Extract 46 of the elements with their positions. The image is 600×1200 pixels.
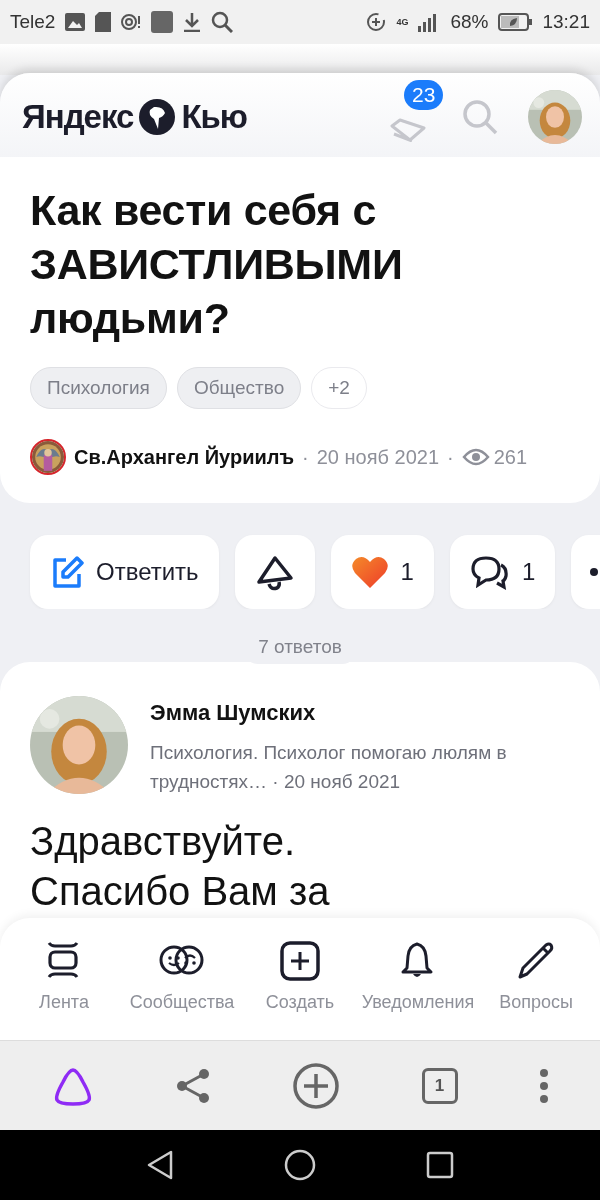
heart-icon [350, 555, 389, 589]
logo-icon [139, 99, 176, 135]
comments-button[interactable]: 1 [449, 535, 556, 609]
answer-text: Здравствуйте. [30, 818, 297, 865]
sd-card-icon [95, 12, 112, 32]
notification-badge: 23 [404, 80, 444, 110]
clock-time: 13:21 [542, 11, 590, 33]
author-bio: Психология. Психолог помогаю люлям в трудностях… · 20 нояб 2021 [150, 741, 508, 794]
back-icon[interactable] [146, 1149, 174, 1181]
author-name[interactable]: Св.Архангел Йуриилъ [74, 445, 295, 469]
topic-chip[interactable]: Общество [176, 367, 302, 409]
recents-icon[interactable] [426, 1151, 454, 1179]
logo-text[interactable]: Кью [181, 98, 247, 136]
eye-icon [461, 447, 490, 467]
edit-icon [50, 555, 84, 589]
more-tags-chip[interactable]: +2 [311, 367, 367, 409]
nav-item[interactable]: Сообщества [126, 918, 238, 1040]
comments-icon [469, 554, 510, 590]
separator-dot: · [302, 445, 309, 469]
data-saver-icon [366, 12, 387, 32]
like-button[interactable]: 1 [330, 535, 434, 609]
hotspot-icon [121, 12, 142, 32]
download-icon [183, 12, 202, 32]
image-icon [65, 13, 86, 31]
view-count: 261 [493, 445, 528, 469]
topic-chip[interactable]: Психология [30, 367, 167, 409]
share-icon[interactable] [176, 1068, 211, 1104]
battery-icon [498, 13, 533, 31]
share-button[interactable] [234, 535, 315, 609]
battery-percent: 68% [450, 11, 489, 33]
logo-text[interactable]: Яндекс [22, 98, 134, 136]
carrier-name: Tele2 [10, 11, 56, 33]
author-name[interactable]: Эмма Шумских [150, 700, 570, 726]
question-title: Как вести себя с ЗАВИСТЛИВЫМИ людьми? [30, 185, 404, 344]
home-icon[interactable] [284, 1149, 316, 1181]
more-icon[interactable] [539, 1068, 550, 1104]
network-type: 4G [396, 17, 409, 27]
plus-square-icon [279, 940, 321, 982]
square-icon [151, 11, 174, 33]
search-icon [211, 11, 234, 33]
answer-button[interactable]: Ответить [30, 535, 219, 609]
add-tab-icon[interactable] [292, 1062, 340, 1110]
post-date: 20 нояб 2021 [316, 445, 440, 469]
separator-dot: · [447, 445, 454, 469]
answer-text: Спасибо Вам за [30, 868, 331, 915]
tabs-counter-button[interactable]: 1 [421, 1068, 458, 1104]
